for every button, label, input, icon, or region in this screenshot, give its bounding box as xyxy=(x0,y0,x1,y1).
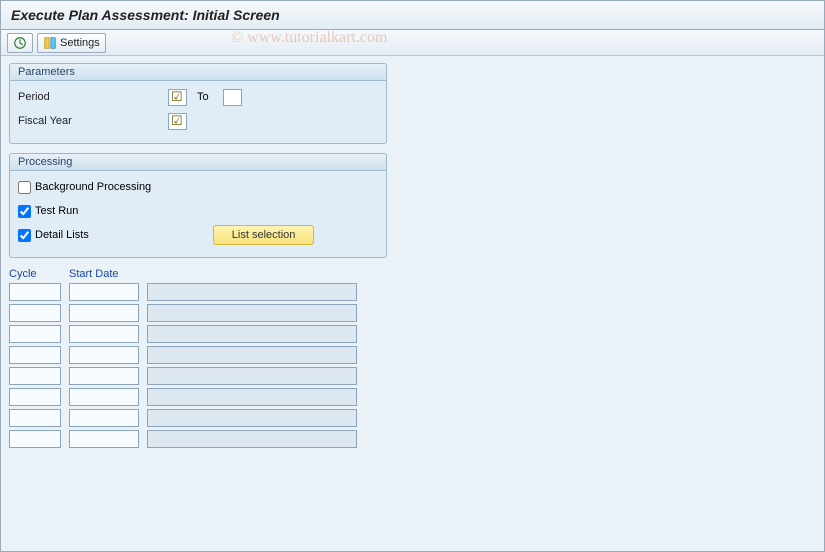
cycle-description-output xyxy=(147,409,357,427)
detail-lists-checkbox[interactable] xyxy=(18,229,31,242)
start-date-input[interactable] xyxy=(69,304,139,322)
table-row xyxy=(9,283,816,301)
settings-label: Settings xyxy=(60,37,100,49)
period-to-input[interactable] xyxy=(223,89,242,106)
cycle-description-output xyxy=(147,346,357,364)
start-date-input[interactable] xyxy=(69,325,139,343)
period-to-label: To xyxy=(197,91,223,103)
test-run-label: Test Run xyxy=(35,205,78,217)
detail-lists-label: Detail Lists xyxy=(35,229,89,241)
start-date-input[interactable] xyxy=(69,367,139,385)
cycle-input[interactable] xyxy=(9,304,61,322)
cycle-input[interactable] xyxy=(9,325,61,343)
table-row xyxy=(9,430,816,448)
cycle-table: Cycle Start Date xyxy=(9,268,816,448)
cycle-description-output xyxy=(147,283,357,301)
list-selection-button[interactable]: List selection xyxy=(213,225,315,245)
fiscal-year-input[interactable] xyxy=(168,113,187,130)
fiscal-year-label: Fiscal Year xyxy=(18,115,168,127)
start-date-input[interactable] xyxy=(69,409,139,427)
table-row xyxy=(9,388,816,406)
cycle-description-output xyxy=(147,325,357,343)
parameters-groupbox: Parameters Period To Fiscal Year xyxy=(9,64,387,144)
cycle-description-output xyxy=(147,304,357,322)
cycle-description-output xyxy=(147,430,357,448)
start-date-column-header: Start Date xyxy=(69,268,139,280)
table-row xyxy=(9,367,816,385)
table-row xyxy=(9,325,816,343)
settings-icon xyxy=(43,36,57,50)
settings-button[interactable]: Settings xyxy=(37,33,106,53)
start-date-input[interactable] xyxy=(69,388,139,406)
table-row xyxy=(9,409,816,427)
cycle-description-output xyxy=(147,388,357,406)
cycle-description-output xyxy=(147,367,357,385)
cycle-input[interactable] xyxy=(9,346,61,364)
processing-groupbox: Processing Background Processing Test Ru… xyxy=(9,154,387,258)
execute-button[interactable] xyxy=(7,33,33,53)
table-row xyxy=(9,346,816,364)
cycle-input[interactable] xyxy=(9,388,61,406)
parameters-header: Parameters xyxy=(9,63,387,81)
clock-execute-icon xyxy=(13,36,27,50)
test-run-checkbox[interactable] xyxy=(18,205,31,218)
cycle-input[interactable] xyxy=(9,367,61,385)
period-label: Period xyxy=(18,91,168,103)
start-date-input[interactable] xyxy=(69,430,139,448)
cycle-input[interactable] xyxy=(9,430,61,448)
table-row xyxy=(9,304,816,322)
start-date-input[interactable] xyxy=(69,346,139,364)
start-date-input[interactable] xyxy=(69,283,139,301)
page-title: Execute Plan Assessment: Initial Screen xyxy=(1,1,824,30)
background-processing-checkbox[interactable] xyxy=(18,181,31,194)
cycle-input[interactable] xyxy=(9,409,61,427)
processing-header: Processing xyxy=(9,153,387,171)
cycle-input[interactable] xyxy=(9,283,61,301)
background-processing-label: Background Processing xyxy=(35,181,151,193)
period-from-input[interactable] xyxy=(168,89,187,106)
cycle-column-header: Cycle xyxy=(9,268,61,280)
app-toolbar: Settings xyxy=(1,30,824,56)
